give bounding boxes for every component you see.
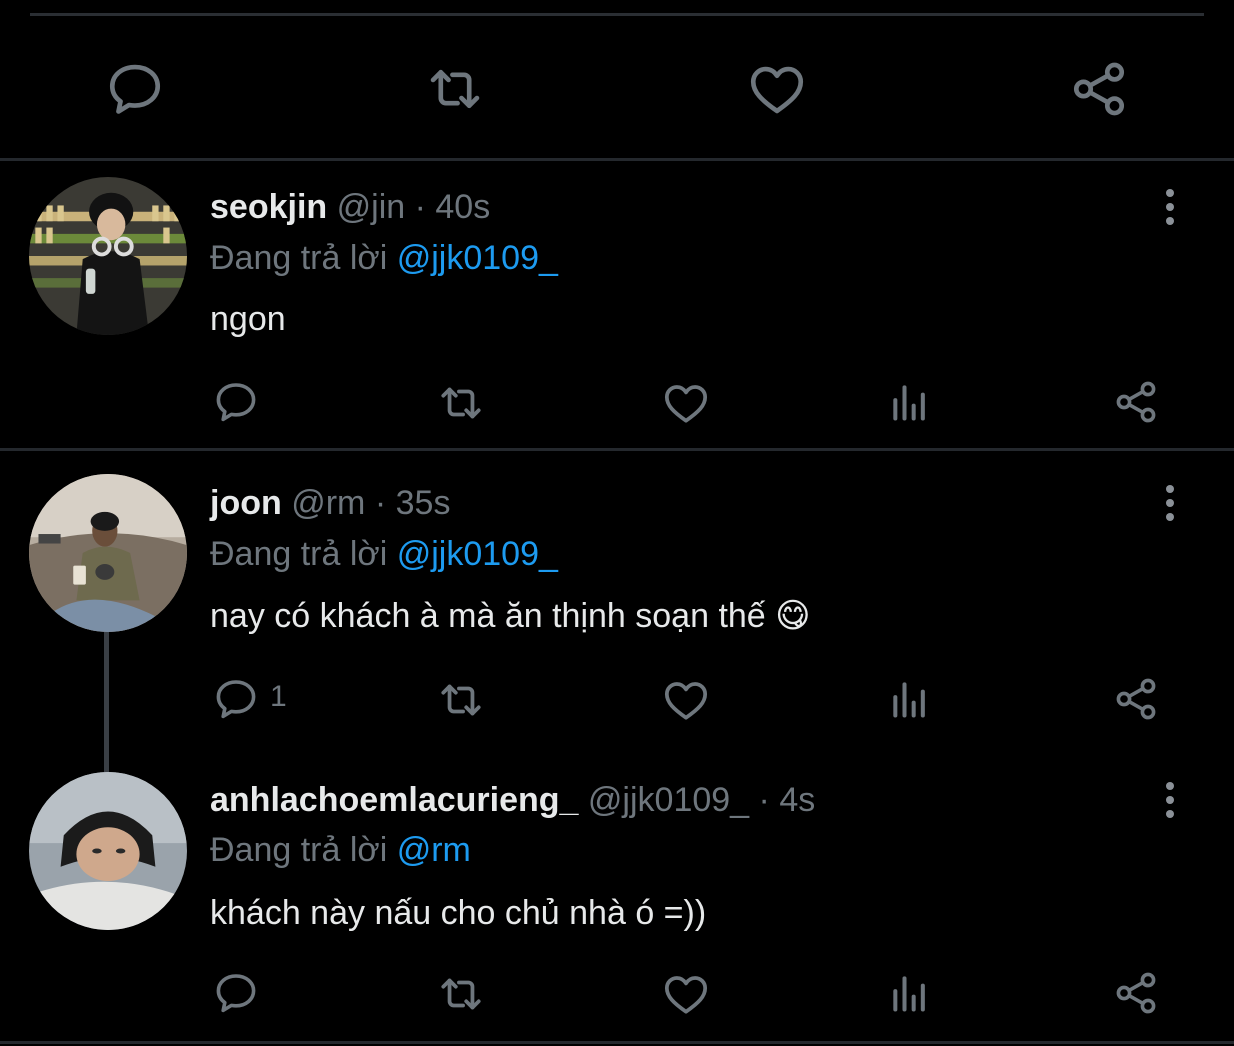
more-options-icon[interactable] bbox=[1158, 482, 1182, 524]
replying-to-line: Đang trả lời @rm bbox=[210, 829, 471, 871]
user-handle[interactable]: @jin bbox=[337, 188, 406, 226]
replying-to-line: Đang trả lời @jjk0109_ bbox=[210, 533, 558, 575]
retweet-icon[interactable] bbox=[436, 378, 486, 428]
display-name[interactable]: joon bbox=[210, 484, 282, 522]
replying-to-prefix: Đang trả lời bbox=[210, 239, 388, 277]
reply-icon[interactable] bbox=[212, 675, 260, 723]
more-options-icon[interactable] bbox=[1158, 186, 1182, 228]
tweet-text: ngon bbox=[210, 300, 286, 338]
share-icon[interactable] bbox=[1112, 969, 1160, 1017]
mention-link[interactable]: @rm bbox=[397, 831, 471, 869]
thread-connector-line bbox=[104, 632, 109, 772]
replying-to-prefix: Đang trả lời bbox=[210, 535, 388, 573]
separator-dot: · bbox=[414, 188, 426, 226]
author-line: anhlachoemlacurieng_ @jjk0109_ · 4s bbox=[210, 779, 815, 821]
more-options-icon[interactable] bbox=[1158, 779, 1182, 821]
like-icon[interactable] bbox=[661, 675, 711, 725]
share-icon[interactable] bbox=[1112, 675, 1160, 723]
separator-dot: · bbox=[758, 781, 770, 819]
analytics-icon[interactable] bbox=[888, 380, 932, 424]
like-icon[interactable] bbox=[661, 378, 711, 428]
reply-icon[interactable] bbox=[212, 969, 260, 1017]
separator-dot: · bbox=[374, 484, 387, 522]
share-icon[interactable] bbox=[1068, 58, 1130, 120]
user-handle[interactable]: @jjk0109_ bbox=[588, 781, 749, 819]
reply-icon[interactable] bbox=[104, 58, 166, 120]
divider bbox=[0, 1041, 1234, 1044]
reply-icon[interactable] bbox=[212, 378, 260, 426]
divider bbox=[0, 448, 1234, 451]
tweet-text: khách này nấu cho chủ nhà ó =)) bbox=[210, 894, 707, 932]
avatar[interactable] bbox=[29, 772, 187, 930]
display-name[interactable]: anhlachoemlacurieng_ bbox=[210, 781, 578, 819]
tweet-text: nay có khách à mà ăn thịnh soạn thế 😋 bbox=[210, 595, 811, 637]
savoring-food-emoji: 😋 bbox=[775, 597, 811, 635]
analytics-icon[interactable] bbox=[888, 677, 932, 721]
mention-link[interactable]: @jjk0109_ bbox=[397, 239, 558, 277]
top-divider bbox=[30, 13, 1204, 16]
avatar[interactable] bbox=[29, 474, 187, 632]
author-line: joon @rm · 35s bbox=[210, 482, 450, 524]
display-name[interactable]: seokjin bbox=[210, 188, 327, 226]
retweet-icon[interactable] bbox=[424, 58, 486, 120]
timestamp[interactable]: 35s bbox=[396, 484, 451, 522]
user-handle[interactable]: @rm bbox=[291, 484, 365, 522]
like-icon[interactable] bbox=[746, 58, 808, 120]
replying-to-prefix: Đang trả lời bbox=[210, 831, 388, 869]
mention-link[interactable]: @jjk0109_ bbox=[397, 535, 558, 573]
share-icon[interactable] bbox=[1112, 378, 1160, 426]
divider bbox=[0, 158, 1234, 161]
avatar[interactable] bbox=[29, 177, 187, 335]
reply-count: 1 bbox=[270, 680, 287, 713]
tweet-text-body: nay có khách à mà ăn thịnh soạn thế bbox=[210, 597, 766, 635]
like-icon[interactable] bbox=[661, 969, 711, 1019]
replying-to-line: Đang trả lời @jjk0109_ bbox=[210, 237, 558, 279]
timestamp[interactable]: 40s bbox=[435, 188, 490, 226]
author-line: seokjin @jin · 40s bbox=[210, 186, 490, 228]
retweet-icon[interactable] bbox=[436, 969, 486, 1019]
analytics-icon[interactable] bbox=[888, 971, 932, 1015]
retweet-icon[interactable] bbox=[436, 675, 486, 725]
timestamp[interactable]: 4s bbox=[779, 781, 815, 819]
